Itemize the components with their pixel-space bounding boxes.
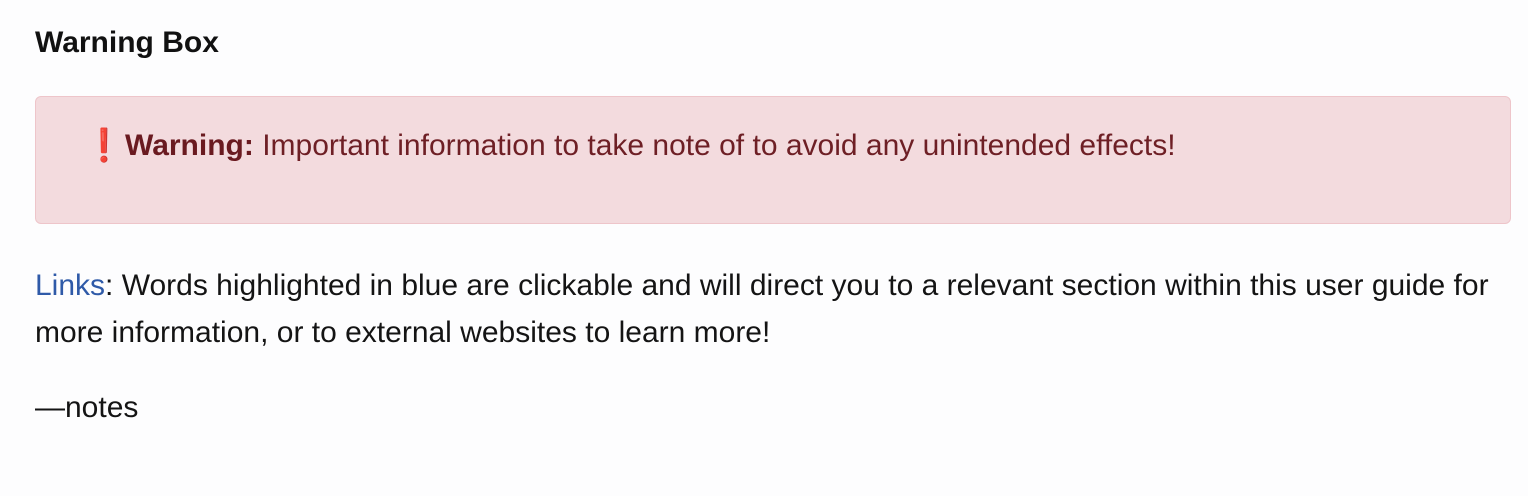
section-heading: Warning Box xyxy=(35,26,219,59)
warning-text: Important information to take note of to… xyxy=(253,129,1176,162)
warning-box: ❗Warning: Important information to take … xyxy=(35,96,1511,224)
links-description: : Words highlighted in blue are clickabl… xyxy=(35,269,1489,349)
links-link[interactable]: Links xyxy=(35,269,105,302)
warning-label: Warning: xyxy=(125,129,254,162)
links-paragraph: Links: Words highlighted in blue are cli… xyxy=(35,262,1513,356)
exclamation-icon: ❗ xyxy=(84,127,124,163)
warning-message: ❗Warning: Important information to take … xyxy=(84,127,1176,164)
notes-text: —notes xyxy=(35,391,139,424)
